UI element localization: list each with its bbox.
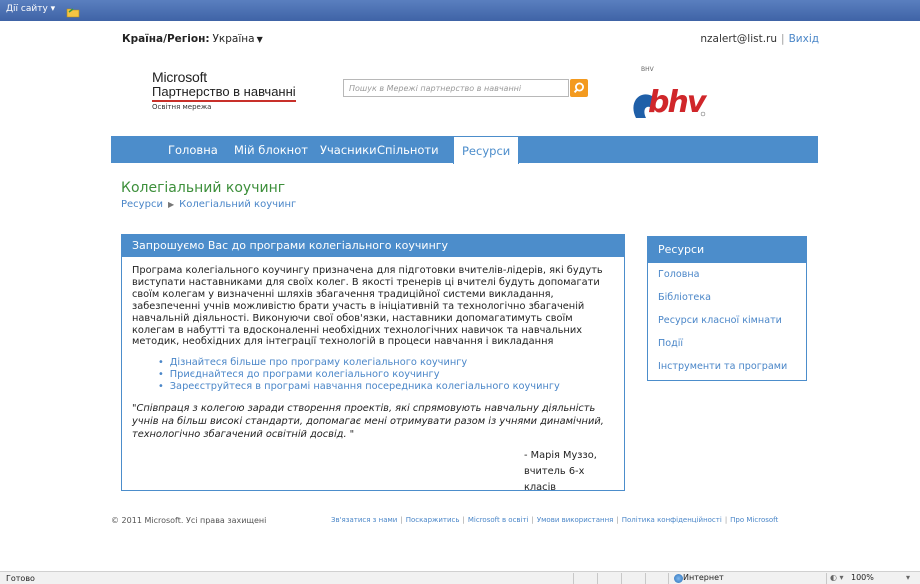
footer-link-terms[interactable]: Умови використання [537, 516, 614, 524]
search-button[interactable] [570, 79, 588, 97]
bhv-brand: bhv [648, 85, 708, 120]
sidebar-item-classroom-resources[interactable]: Ресурси класної кімнати [648, 309, 806, 332]
region-value[interactable]: Україна [213, 33, 255, 45]
footer-link-education[interactable]: Microsoft в освіті [468, 516, 529, 524]
logo-program: Партнерство в навчанні [152, 84, 296, 102]
ribbon-bar: Дії сайту ▾ [0, 0, 920, 21]
copyright: © 2011 Microsoft. Усі права захищені [111, 516, 267, 525]
nav-item-resources[interactable]: Ресурси [453, 136, 520, 164]
folder-icon[interactable] [66, 3, 80, 18]
status-divider [668, 573, 669, 584]
footer-link-privacy[interactable]: Політика конфіденційності [622, 516, 722, 524]
learn-more-link[interactable]: Дізнайтеся більше про програму колегіаль… [158, 357, 614, 369]
user-links: nzalert@list.ru | Вихід [700, 33, 819, 45]
globe-icon [674, 574, 683, 583]
main-panel: Запрошуємо Вас до програми колегіального… [121, 234, 625, 493]
search-input[interactable] [343, 79, 569, 97]
nav-item-participants[interactable]: Учасники [320, 136, 377, 163]
status-divider [621, 573, 622, 584]
program-logo[interactable]: Microsoft Партнерство в навчанні Освітня… [152, 70, 296, 111]
breadcrumb-current[interactable]: Колегіальний коучинг [179, 199, 296, 210]
page-title: Колегіальний коучинг [121, 180, 286, 196]
sidebar-item-library[interactable]: Бібліотека [648, 286, 806, 309]
register-link[interactable]: Зареєструйтеся в програмі навчання посер… [158, 381, 614, 393]
testimonial-quote: "Співпраця з колегою заради створення пр… [132, 402, 604, 441]
separator: | [781, 33, 785, 45]
footer-link-contact[interactable]: Зв'язатися з нами [331, 516, 397, 524]
zoom-dropdown-icon[interactable]: ▾ [906, 573, 910, 582]
user-email-link[interactable]: nzalert@list.ru [700, 33, 777, 45]
nav-item-notebook[interactable]: Мій блокнот [234, 136, 308, 163]
region-label: Країна/Регіон: [122, 33, 210, 45]
browser-statusbar: Готово Интернет ◐ ▾ 100% ▾ [0, 571, 920, 584]
status-divider [645, 573, 646, 584]
search-icon [573, 82, 584, 94]
protected-mode-icon[interactable]: ◐ ▾ [830, 573, 844, 582]
author-role: вчитель 6-х класів [524, 465, 585, 493]
sidebar-heading: Ресурси [648, 237, 806, 263]
site-actions-menu[interactable]: Дії сайту ▾ [6, 4, 55, 14]
logout-link[interactable]: Вихід [789, 33, 819, 45]
sidebar-item-tools[interactable]: Інструменти та програми [648, 355, 806, 378]
nav-item-home[interactable]: Головна [168, 136, 218, 163]
footer-link-complain[interactable]: Поскаржитись [406, 516, 460, 524]
zoom-level[interactable]: 100% [851, 573, 874, 582]
program-links: Дізнайтеся більше про програму колегіаль… [158, 357, 614, 392]
breadcrumb-arrow-icon: ▶ [167, 200, 175, 209]
join-program-link[interactable]: Приєднайтеся до програми колегіального к… [158, 369, 614, 381]
chevron-down-icon[interactable]: ▼ [257, 35, 263, 44]
status-text: Готово [6, 574, 35, 583]
sidebar-item-home[interactable]: Головна [648, 263, 806, 286]
breadcrumb: Ресурси ▶ Колегіальний коучинг [121, 199, 296, 210]
author-name: - Марія Муззо, [524, 449, 597, 461]
resources-sidebar: Ресурси Головна Бібліотека Ресурси класн… [647, 236, 807, 381]
security-zone: Интернет [683, 573, 724, 582]
status-divider [573, 573, 574, 584]
search-box [343, 79, 590, 97]
nav-item-communities[interactable]: Спільноти [377, 136, 439, 163]
logo-network: Освітня мережа [152, 103, 212, 111]
testimonial-author: - Марія Муззо, вчитель 6-х класів [524, 448, 614, 496]
status-divider [826, 573, 827, 584]
logo-microsoft: Microsoft [152, 69, 207, 85]
sidebar-item-events[interactable]: Події [648, 332, 806, 355]
main-nav: Головна Мій блокнот Учасники Спільноти Р… [111, 136, 818, 164]
footer-link-about[interactable]: Про Microsoft [730, 516, 778, 524]
bhv-small-label: BHV [641, 66, 655, 73]
bhv-logo[interactable]: BHV bhv [630, 62, 710, 120]
intro-paragraph: Програма колегіального коучингу призначе… [132, 265, 603, 348]
main-panel-heading: Запрошуємо Вас до програми колегіального… [122, 235, 624, 257]
status-divider [597, 573, 598, 584]
footer-links: Зв'язатися з нами | Поскаржитись | Microsoft… [331, 516, 779, 524]
breadcrumb-root[interactable]: Ресурси [121, 199, 163, 210]
region-selector[interactable]: Країна/Регіон: Україна ▼ [122, 33, 263, 45]
